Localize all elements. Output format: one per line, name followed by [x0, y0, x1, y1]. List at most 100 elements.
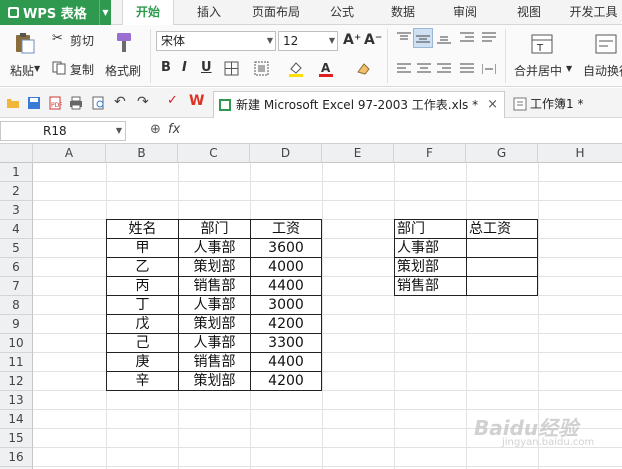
wps-w-icon[interactable]: W	[189, 93, 204, 109]
tab-insert[interactable]: 插入	[186, 0, 232, 25]
copy-button[interactable]: 复制	[52, 60, 100, 78]
table-cell[interactable]	[467, 239, 537, 258]
export-pdf-icon[interactable]: PDF	[48, 96, 62, 110]
format-painter-button[interactable]: 格式刷	[103, 29, 145, 83]
column-header-f[interactable]: F	[394, 144, 466, 163]
table-cell[interactable]: 甲	[107, 239, 178, 258]
increase-font-icon[interactable]: A⁺	[343, 32, 361, 48]
cell-style-icon[interactable]	[254, 61, 269, 76]
bold-button[interactable]: B	[161, 60, 171, 75]
table-cell[interactable]: 丙	[107, 277, 178, 296]
row-header[interactable]: 4	[0, 220, 33, 239]
table-cell[interactable]: 销售部	[179, 353, 250, 372]
table-cell[interactable]: 3600	[251, 239, 321, 258]
table-cell[interactable]	[467, 258, 537, 277]
table-cell[interactable]: 策划部	[179, 372, 250, 391]
header-cell-salary[interactable]: 工资	[251, 220, 321, 239]
tab-start[interactable]: 开始	[122, 0, 174, 26]
chevron-down-icon[interactable]: ▼	[99, 0, 111, 25]
column-header-c[interactable]: C	[178, 144, 250, 163]
row-header[interactable]: 8	[0, 296, 33, 315]
table-cell[interactable]: 人事部	[395, 239, 466, 258]
table-cell[interactable]: 策划部	[179, 258, 250, 277]
row-header[interactable]: 7	[0, 277, 33, 296]
tab-review[interactable]: 审阅	[440, 0, 490, 25]
table-cell[interactable]: 庚	[107, 353, 178, 372]
document-tab-active[interactable]: 新建 Microsoft Excel 97-2003 工作表.xls * ×	[213, 91, 505, 118]
table-cell[interactable]: 4000	[251, 258, 321, 277]
column-header-h[interactable]: H	[538, 144, 622, 163]
document-tab[interactable]: 工作簿1 *	[510, 91, 622, 118]
distributed-icon[interactable]	[482, 63, 496, 75]
merge-center-button[interactable]: T 合并居中 ▼	[510, 29, 574, 83]
wrap-text-icon[interactable]	[482, 32, 496, 44]
underline-button[interactable]: U	[201, 60, 212, 75]
undo-icon[interactable]: ↶	[114, 94, 126, 110]
align-left-icon[interactable]	[397, 63, 411, 75]
table-cell[interactable]: 4200	[251, 315, 321, 334]
row-header[interactable]: 5	[0, 239, 33, 258]
header-cell-dept[interactable]: 部门	[179, 220, 250, 239]
align-right-icon[interactable]	[437, 63, 451, 75]
table-cell[interactable]: 人事部	[179, 296, 250, 315]
zoom-function-icon[interactable]: ⊕	[150, 122, 161, 137]
redo-icon[interactable]: ↷	[137, 94, 149, 110]
row-header[interactable]: 11	[0, 353, 33, 372]
tab-formulas[interactable]: 公式	[320, 0, 364, 25]
row-header[interactable]: 10	[0, 334, 33, 353]
row-header[interactable]: 1	[0, 163, 33, 182]
table-cell[interactable]: 策划部	[179, 315, 250, 334]
insert-function-button[interactable]: fx	[168, 122, 180, 137]
table-cell[interactable]: 4400	[251, 353, 321, 372]
table-cell[interactable]: 4400	[251, 277, 321, 296]
close-tab-icon[interactable]: ×	[487, 92, 498, 118]
paste-button[interactable]: 粘贴 ▼	[6, 29, 44, 83]
table-cell[interactable]: 策划部	[395, 258, 466, 277]
column-header-e[interactable]: E	[322, 144, 394, 163]
align-bottom-icon[interactable]	[437, 32, 451, 44]
header-cell-dept[interactable]: 部门	[395, 220, 466, 239]
row-header[interactable]: 9	[0, 315, 33, 334]
font-color-icon[interactable]: A	[318, 60, 334, 77]
row-header[interactable]: 13	[0, 391, 33, 410]
save-icon[interactable]	[27, 96, 41, 110]
tab-developer[interactable]: 开发工具	[565, 0, 622, 25]
fill-color-icon[interactable]	[288, 60, 304, 77]
table-cell[interactable]: 己	[107, 334, 178, 353]
table-cell[interactable]: 4200	[251, 372, 321, 391]
app-menu-button[interactable]: WPS 表格 ▼	[0, 0, 111, 25]
open-folder-icon[interactable]	[6, 96, 20, 110]
align-center-icon[interactable]	[417, 63, 431, 75]
table-cell[interactable]: 3300	[251, 334, 321, 353]
customize-icon[interactable]: ✓	[167, 93, 178, 108]
table-cell[interactable]: 丁	[107, 296, 178, 315]
formula-input[interactable]	[196, 121, 622, 141]
borders-icon[interactable]	[224, 61, 239, 76]
table-cell[interactable]: 戊	[107, 315, 178, 334]
table-cell[interactable]: 销售部	[395, 277, 466, 296]
column-header-g[interactable]: G	[466, 144, 538, 163]
header-cell-total-salary[interactable]: 总工资	[467, 220, 537, 239]
cut-button[interactable]: ✂ 剪切	[52, 31, 100, 49]
column-header-d[interactable]: D	[250, 144, 322, 163]
italic-button[interactable]: I	[182, 60, 187, 75]
decrease-font-icon[interactable]: A⁻	[364, 32, 382, 48]
print-icon[interactable]	[69, 96, 83, 110]
row-header[interactable]: 16	[0, 448, 33, 467]
indent-icon[interactable]	[460, 32, 474, 44]
column-header-a[interactable]: A	[33, 144, 106, 163]
font-name-select[interactable]: 宋体 ▼	[156, 31, 276, 51]
tab-data[interactable]: 数据	[380, 0, 426, 25]
select-all-corner[interactable]	[0, 144, 33, 163]
font-size-select[interactable]: 12 ▼	[278, 31, 338, 51]
tab-page-layout[interactable]: 页面布局	[244, 0, 308, 25]
table-cell[interactable]: 销售部	[179, 277, 250, 296]
row-header[interactable]: 2	[0, 182, 33, 201]
auto-wrap-button[interactable]: 自动换行	[580, 29, 622, 83]
table-cell[interactable]: 人事部	[179, 239, 250, 258]
row-header[interactable]: 3	[0, 201, 33, 220]
name-box[interactable]: R18 ▼	[0, 121, 126, 141]
column-header-b[interactable]: B	[106, 144, 178, 163]
justify-icon[interactable]	[460, 63, 474, 75]
row-header[interactable]: 15	[0, 429, 33, 448]
